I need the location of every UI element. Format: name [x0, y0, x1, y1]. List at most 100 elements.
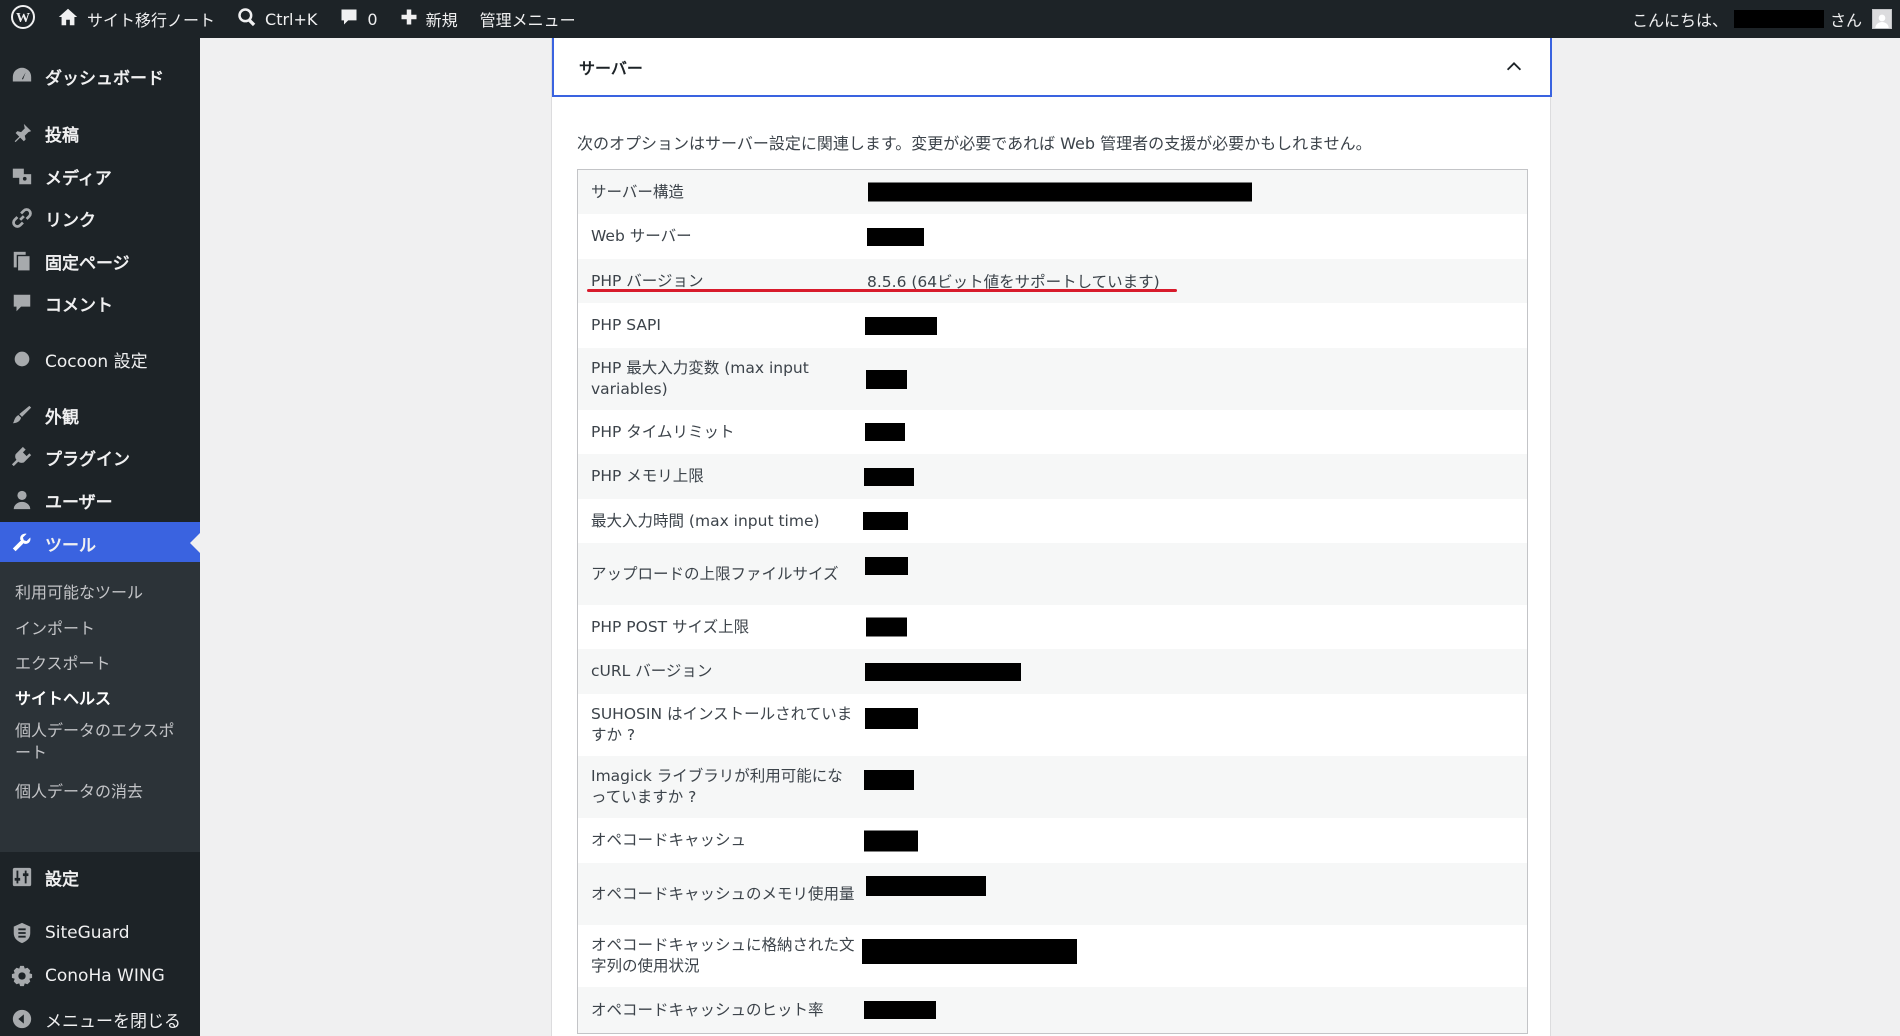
- server-accordion-toggle[interactable]: サーバー: [552, 38, 1552, 97]
- sidebar-item-conoha-wing[interactable]: ConoHa WING: [0, 955, 200, 997]
- search-shortcut: Ctrl+K: [265, 9, 318, 29]
- new-content-button[interactable]: 新規: [389, 0, 469, 38]
- media-icon: [11, 165, 33, 187]
- search-button[interactable]: Ctrl+K: [226, 0, 328, 38]
- redacted-value: [862, 939, 1077, 964]
- user-icon: [11, 489, 33, 511]
- table-row: Web サーバー: [578, 214, 1527, 259]
- sidebar-item-label: Cocoon 設定: [45, 351, 148, 372]
- siteguard-icon: [11, 922, 33, 944]
- row-value: [864, 987, 1527, 1033]
- sidebar-item-siteguard[interactable]: SiteGuard: [0, 912, 200, 954]
- brush-icon: [11, 404, 33, 426]
- row-value: [865, 694, 1527, 756]
- row-key: SUHOSIN はインストールされていますか ?: [591, 705, 853, 744]
- redacted-value: [866, 617, 907, 637]
- row-value: [864, 454, 1527, 499]
- comments-count: 0: [367, 9, 378, 29]
- sidebar-item-label: コメント: [45, 295, 113, 316]
- sidebar-item-label: 固定ページ: [45, 253, 130, 274]
- sidebar-item-label: 設定: [45, 869, 79, 890]
- redacted-value: [868, 182, 1252, 202]
- comments-button[interactable]: 0: [328, 0, 388, 38]
- chevron-up-icon: [1503, 56, 1525, 78]
- gear-icon: [11, 965, 33, 987]
- sidebar-item-dashboard[interactable]: ダッシュボード: [0, 55, 200, 97]
- table-row: オペコードキャッシュのメモリ使用量: [578, 863, 1527, 925]
- redacted-value: [866, 876, 986, 896]
- comment-icon: [11, 292, 33, 314]
- row-value: [866, 605, 1527, 649]
- my-account[interactable]: こんにちは、 さん: [1632, 0, 1900, 38]
- circle-icon: [11, 348, 33, 370]
- row-key: オペコードキャッシュに格納された文字列の使用状況: [591, 936, 855, 975]
- section-description: 次のオプションはサーバー設定に関連します。変更が必要であれば Web 管理者の支…: [577, 134, 1372, 153]
- table-row: PHP バージョン 8.5.6 (64ビット値をサポートしています): [578, 259, 1527, 303]
- row-key: PHP SAPI: [591, 316, 661, 334]
- sidebar-item-media[interactable]: メディア: [0, 155, 200, 197]
- sidebar-item-label: 外観: [45, 407, 79, 428]
- table-row: PHP メモリ上限: [578, 454, 1527, 499]
- sidebar-item-collapse-menu[interactable]: メニューを閉じる: [0, 998, 200, 1036]
- row-key: PHP メモリ上限: [591, 467, 704, 485]
- sidebar-item-label: 投稿: [45, 125, 79, 146]
- table-row: PHP 最大入力変数 (max input variables): [578, 348, 1527, 410]
- row-value: [866, 863, 1527, 925]
- wordpress-logo-icon: W: [11, 5, 35, 33]
- plugin-icon: [11, 446, 33, 468]
- table-row: オペコードキャッシュに格納された文字列の使用状況: [578, 925, 1527, 987]
- settings-icon: [11, 866, 33, 888]
- sidebar-item-label: ツール: [45, 535, 96, 556]
- submenu-item-available-tools[interactable]: 利用可能なツール: [15, 579, 143, 603]
- submenu-item-erase-personal-data[interactable]: 個人データの消去: [15, 778, 143, 802]
- site-health-info-panel: サーバー 次のオプションはサーバー設定に関連します。変更が必要であれば Web …: [551, 38, 1552, 1036]
- redacted-value: [865, 662, 1021, 681]
- submenu-item-import[interactable]: インポート: [15, 615, 95, 639]
- redacted-username: [1733, 10, 1824, 28]
- row-value: [865, 649, 1527, 694]
- table-row: Imagick ライブラリが利用可能になっていますか ?: [578, 756, 1527, 818]
- submenu-item-export[interactable]: エクスポート: [15, 650, 111, 674]
- sidebar-item-pages[interactable]: 固定ページ: [0, 240, 200, 282]
- table-row: cURL バージョン: [578, 649, 1527, 694]
- sidebar-item-links[interactable]: リンク: [0, 197, 200, 239]
- sidebar-item-users[interactable]: ユーザー: [0, 479, 200, 521]
- redacted-value: [867, 227, 924, 246]
- wordpress-logo-button[interactable]: W: [0, 0, 46, 38]
- row-key: Web サーバー: [591, 227, 692, 245]
- svg-text:W: W: [16, 11, 30, 26]
- comment-icon: [339, 7, 359, 31]
- table-row: PHP SAPI: [578, 303, 1527, 348]
- table-row: 最大入力時間 (max input time): [578, 499, 1527, 543]
- row-value: [865, 303, 1527, 348]
- collapse-icon: [11, 1008, 33, 1030]
- sidebar-item-tools[interactable]: ツール: [0, 522, 200, 564]
- submenu-item-site-health[interactable]: サイトヘルス: [15, 685, 111, 709]
- sidebar-item-cocoon-settings[interactable]: Cocoon 設定: [0, 338, 200, 380]
- pin-icon: [11, 122, 33, 144]
- redacted-value: [865, 316, 937, 335]
- sidebar-item-label: メニューを閉じる: [45, 1011, 181, 1032]
- admin-menu-button[interactable]: 管理メニュー: [469, 0, 587, 38]
- greeting-suffix: さん: [1829, 11, 1862, 30]
- admin-bar: W サイト移行ノート Ctrl+K 0 新規 管理メニュー こんにちは、 さん: [0, 0, 1900, 38]
- sidebar-item-label: ConoHa WING: [45, 966, 165, 986]
- sidebar-item-plugins[interactable]: プラグイン: [0, 436, 200, 478]
- sidebar-item-settings[interactable]: 設定: [0, 856, 200, 898]
- sidebar-item-label: ユーザー: [45, 492, 113, 513]
- row-key: Imagick ライブラリが利用可能になっていますか ?: [591, 767, 843, 806]
- site-name-link[interactable]: サイト移行ノート: [46, 0, 226, 38]
- row-key: PHP タイムリミット: [591, 422, 735, 441]
- row-value: [864, 756, 1527, 818]
- row-key: サーバー構造: [591, 182, 684, 201]
- page-icon: [11, 250, 33, 272]
- row-key: オペコードキャッシュのメモリ使用量: [591, 884, 855, 903]
- section-title: サーバー: [579, 58, 643, 78]
- redacted-value: [866, 370, 907, 389]
- sidebar-item-appearance[interactable]: 外観: [0, 394, 200, 436]
- sidebar-item-comments[interactable]: コメント: [0, 282, 200, 324]
- submenu-item-export-personal-data[interactable]: 個人データのエクスポート: [15, 720, 190, 764]
- sidebar-item-posts[interactable]: 投稿: [0, 112, 200, 154]
- table-row: オペコードキャッシュのヒット率: [578, 987, 1527, 1033]
- admin-menu-label: 管理メニュー: [479, 11, 576, 30]
